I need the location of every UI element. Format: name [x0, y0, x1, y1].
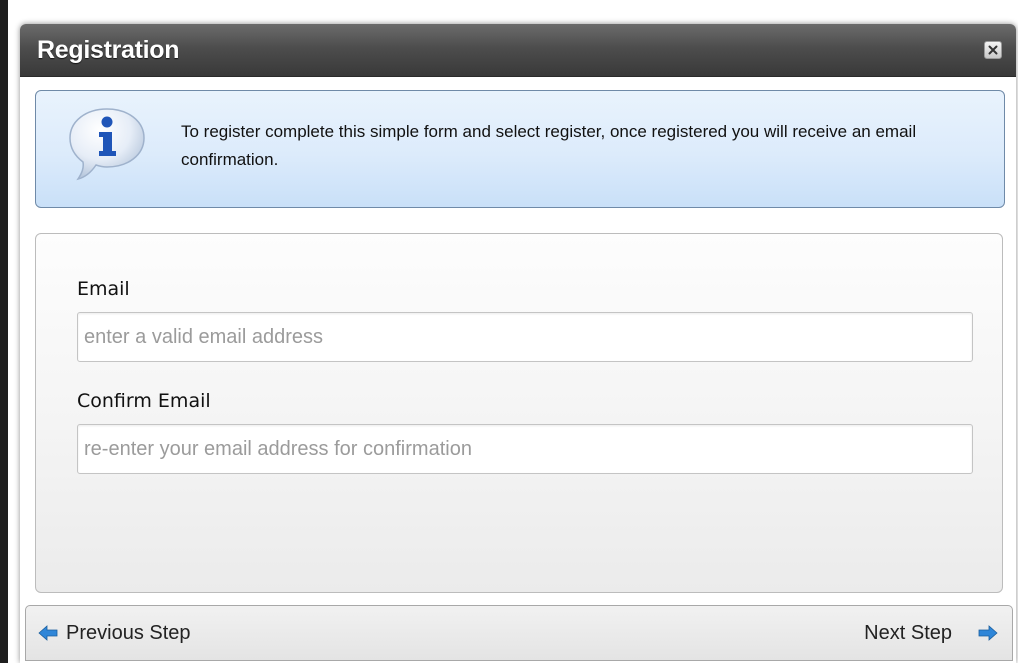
dialog-footer: Previous Step Next Step — [25, 605, 1013, 661]
info-message-box: To register complete this simple form an… — [35, 90, 1005, 208]
registration-form: Email Confirm Email — [35, 233, 1003, 593]
next-step-button[interactable]: Next Step — [864, 620, 998, 646]
info-speech-bubble-icon — [69, 108, 145, 181]
confirm-email-label: Confirm Email — [77, 390, 211, 412]
close-icon — [988, 45, 998, 55]
email-field[interactable] — [77, 312, 973, 362]
arrow-right-icon — [978, 625, 998, 641]
previous-step-button[interactable]: Previous Step — [38, 620, 191, 646]
previous-step-label: Previous Step — [66, 621, 191, 644]
arrow-left-icon — [38, 625, 58, 641]
dialog-title: Registration — [37, 36, 180, 64]
email-label: Email — [77, 278, 130, 300]
backdrop-edge — [0, 0, 8, 663]
confirm-email-field[interactable] — [77, 424, 973, 474]
next-step-label: Next Step — [864, 621, 952, 644]
info-message-text: To register complete this simple form an… — [181, 122, 917, 169]
close-button[interactable] — [984, 41, 1002, 59]
registration-dialog: Registration To register complete this s… — [20, 24, 1016, 663]
dialog-titlebar: Registration — [20, 24, 1016, 77]
